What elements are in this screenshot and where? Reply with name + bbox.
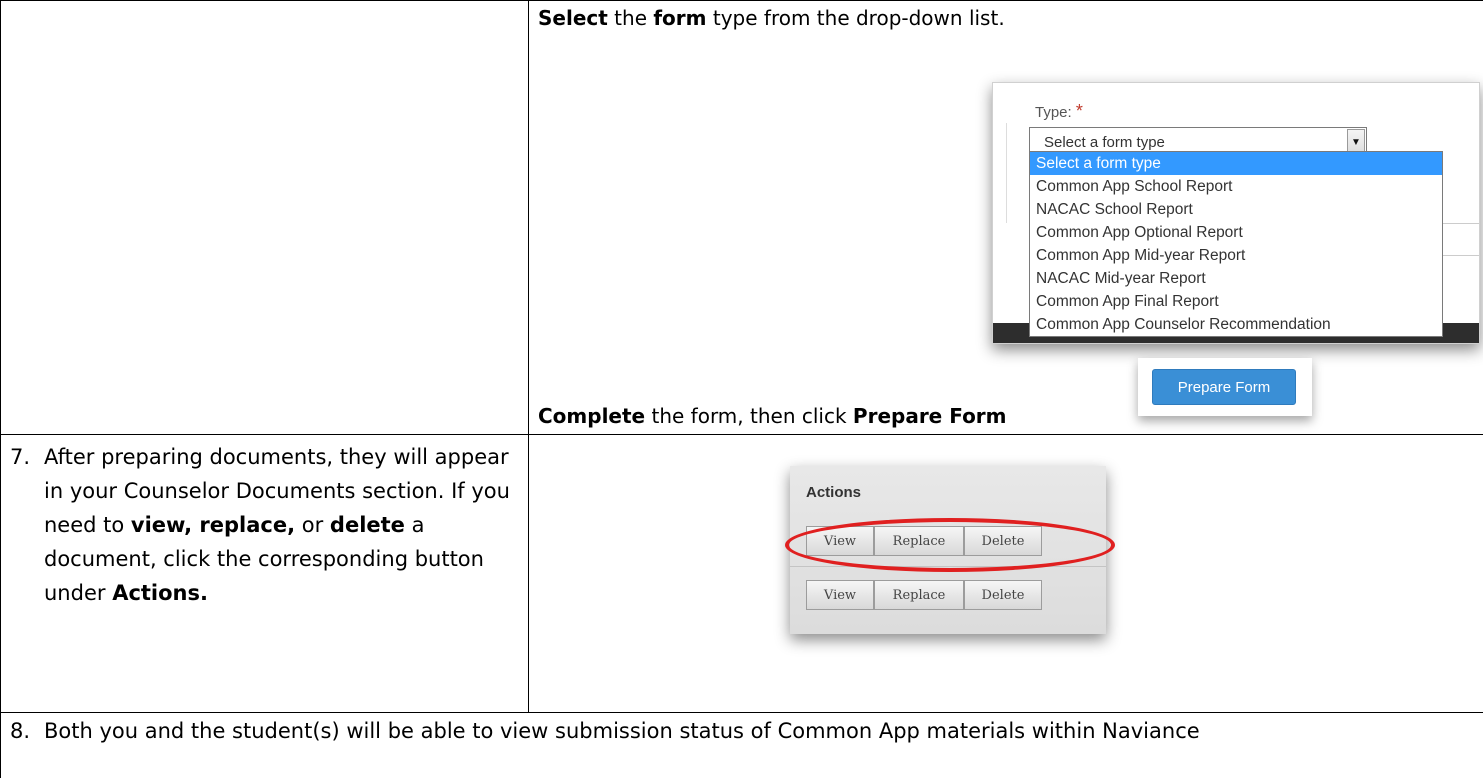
option-item[interactable]: Common App School Report bbox=[1030, 175, 1442, 198]
complete-form-instruction: Complete the form, then click Prepare Fo… bbox=[538, 404, 1007, 428]
prepare-form-screenshot: Prepare Form bbox=[1138, 358, 1312, 416]
step-number: 8. bbox=[10, 719, 31, 743]
form-type-options: Select a form type Common App School Rep… bbox=[1029, 151, 1443, 337]
table-cell-empty bbox=[0, 0, 529, 435]
step7-text: After preparing documents, they will app… bbox=[44, 445, 510, 605]
option-item[interactable]: NACAC School Report bbox=[1030, 198, 1442, 221]
prepare-form-button[interactable]: Prepare Form bbox=[1152, 369, 1296, 405]
required-asterisk: * bbox=[1075, 101, 1083, 121]
option-item[interactable]: Common App Optional Report bbox=[1030, 221, 1442, 244]
replace-button[interactable]: Replace bbox=[874, 580, 964, 610]
option-item[interactable]: Common App Mid-year Report bbox=[1030, 244, 1442, 267]
step8-text: Both you and the student(s) will be able… bbox=[44, 719, 1200, 743]
highlight-ellipse bbox=[785, 518, 1115, 572]
option-item[interactable]: Common App Counselor Recommendation bbox=[1030, 313, 1442, 336]
type-label: Type: * bbox=[1035, 101, 1083, 121]
selected-value: Select a form type bbox=[1044, 134, 1165, 151]
option-item[interactable]: NACAC Mid-year Report bbox=[1030, 267, 1442, 290]
form-type-dropdown-screenshot: Type: * Select a form type ▼ Select a fo… bbox=[992, 82, 1480, 344]
select-form-instruction: Select the form type from the drop-down … bbox=[538, 6, 1005, 30]
option-item[interactable]: Common App Final Report bbox=[1030, 290, 1442, 313]
actions-row: View Replace Delete bbox=[806, 580, 1042, 610]
actions-header: Actions bbox=[806, 484, 862, 501]
option-item[interactable]: Select a form type bbox=[1030, 152, 1442, 175]
view-button[interactable]: View bbox=[806, 580, 874, 610]
step-number: 7. bbox=[10, 445, 31, 469]
delete-button[interactable]: Delete bbox=[964, 580, 1042, 610]
